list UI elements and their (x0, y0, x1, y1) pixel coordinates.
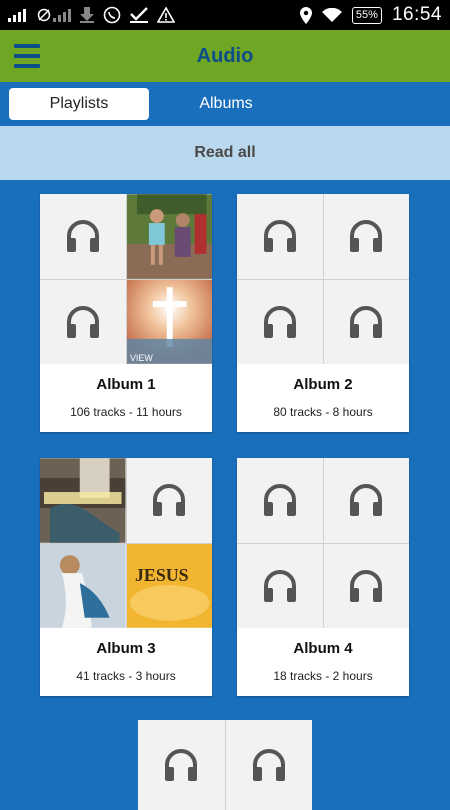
album-subtitle: 106 tracks - 11 hours (70, 405, 182, 419)
album-thumbnail-telugu-text (40, 458, 126, 543)
album-card-3[interactable]: JESUS Album 3 41 tracks - 3 hours (40, 458, 212, 696)
headphones-icon (237, 194, 323, 279)
wifi-icon (321, 7, 342, 23)
clock: 16:54 (391, 4, 442, 25)
status-bar: 55% 16:54 (0, 0, 450, 30)
album-art-grid (237, 194, 409, 364)
read-all-button[interactable]: Read all (0, 126, 450, 180)
warning-icon (157, 7, 175, 23)
tab-albums[interactable]: Albums (156, 88, 296, 120)
headphones-icon (237, 458, 323, 543)
headphones-icon (237, 279, 323, 364)
album-card-partial[interactable] (138, 720, 312, 810)
album-art-grid: VIEW (40, 194, 212, 364)
signal-icon (8, 8, 28, 22)
app-bar: Audio (0, 30, 450, 82)
album-art-grid (237, 458, 409, 628)
tab-bar: Playlists Albums (0, 82, 450, 126)
page-title: Audio (196, 44, 254, 67)
album-subtitle: 41 tracks - 3 hours (76, 669, 176, 683)
album-thumbnail-children (126, 194, 212, 279)
headphones-icon (237, 543, 323, 628)
album-subtitle: 80 tracks - 8 hours (273, 405, 373, 419)
headphones-icon (40, 279, 126, 364)
album-title: Album 2 (293, 376, 353, 393)
location-icon (299, 6, 312, 24)
headphones-icon (126, 458, 212, 543)
album-subtitle: 18 tracks - 2 hours (273, 669, 373, 683)
download-icon (80, 7, 94, 23)
headphones-icon (323, 279, 409, 364)
no-signal-icon (37, 8, 71, 22)
album-thumbnail-jesus-painting (40, 543, 126, 628)
album-card-4[interactable]: Album 4 18 tracks - 2 hours (237, 458, 409, 696)
album-card-1[interactable]: VIEW Album 1 106 tracks - 11 hours (40, 194, 212, 432)
battery-indicator: 55% (351, 6, 382, 24)
album-title: Album 3 (96, 640, 156, 657)
menu-icon[interactable] (14, 44, 40, 68)
headphones-icon (323, 543, 409, 628)
album-title: Album 1 (96, 376, 156, 393)
album-art-grid: JESUS (40, 458, 212, 628)
headphones-icon (225, 720, 312, 810)
tab-playlists[interactable]: Playlists (9, 88, 149, 120)
thumbnail-text: JESUS (134, 565, 188, 585)
thumbnail-text: VIEW (129, 353, 152, 363)
album-thumbnail-light-cross: VIEW (126, 279, 212, 364)
album-thumbnail-jesus-text: JESUS (126, 543, 212, 628)
done-icon (130, 7, 148, 23)
album-title: Album 4 (293, 640, 353, 657)
headphones-icon (40, 194, 126, 279)
headphones-icon (323, 194, 409, 279)
album-card-2[interactable]: Album 2 80 tracks - 8 hours (237, 194, 409, 432)
headphones-icon (138, 720, 225, 810)
whatsapp-icon (103, 6, 121, 24)
headphones-icon (323, 458, 409, 543)
